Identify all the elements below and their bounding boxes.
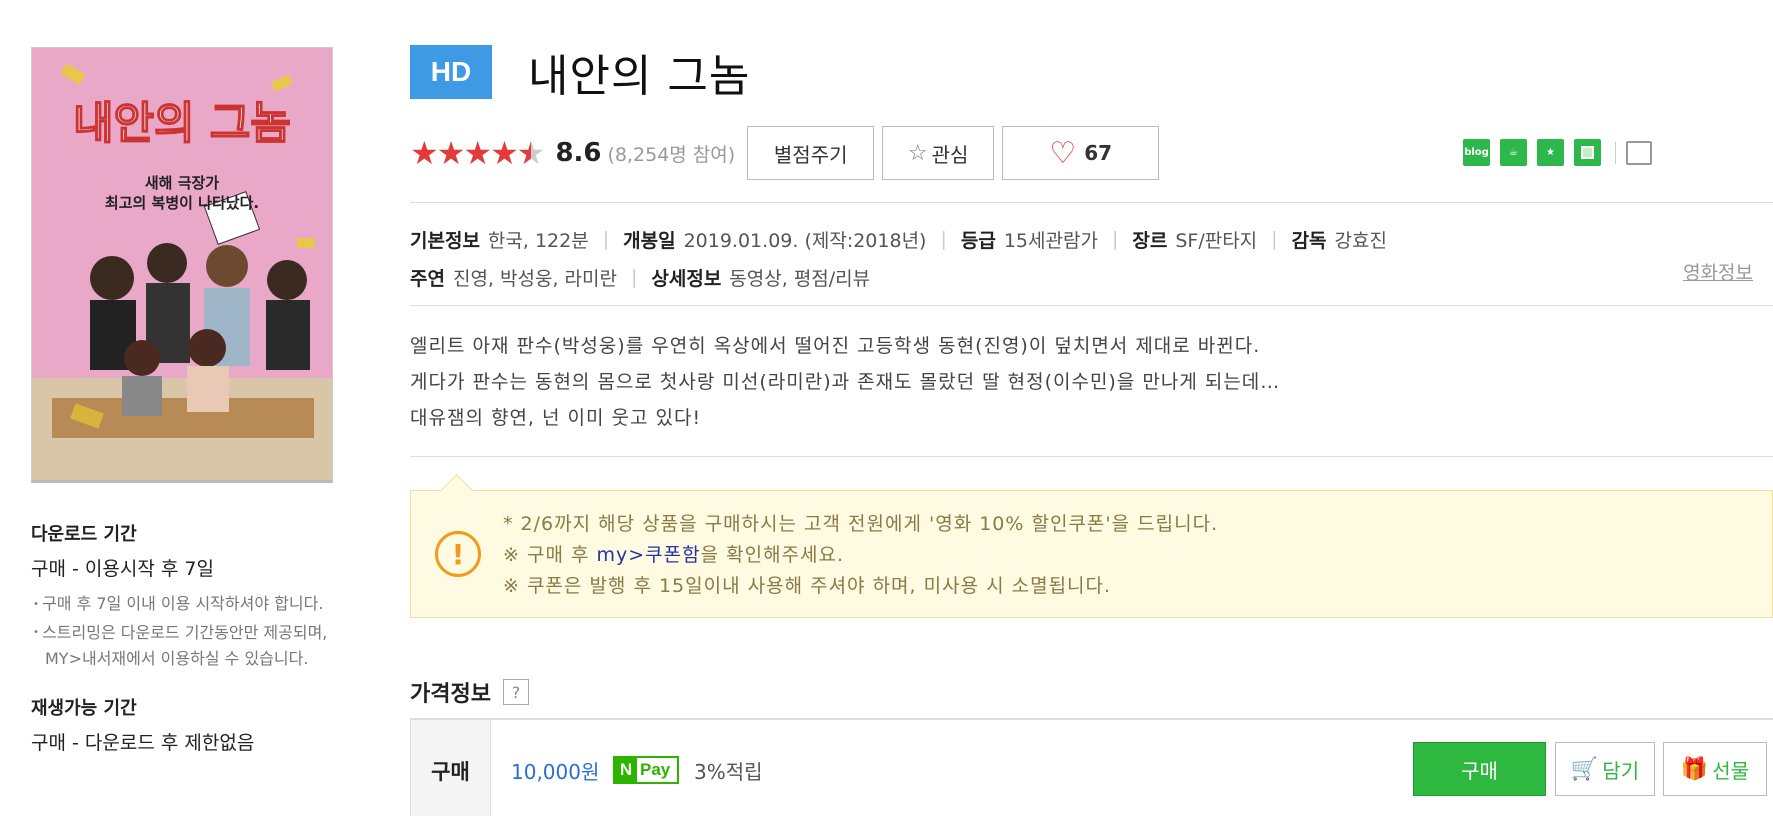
buy-button[interactable]: 구매 xyxy=(1413,742,1546,796)
star-outline-icon: ☆ xyxy=(907,140,928,166)
cart-button[interactable]: 🛒 담기 xyxy=(1555,742,1655,796)
divider xyxy=(410,202,1773,203)
basic-info-value: 한국, 122분 xyxy=(487,229,589,252)
release-label: 개봉일 xyxy=(623,229,676,252)
like-count: 67 xyxy=(1084,141,1113,165)
cart-icon: 🛒 xyxy=(1570,756,1599,781)
star-half-icon: ★ xyxy=(516,134,546,172)
notice-line-3: ※ 쿠폰은 발행 후 15일이내 사용해 주셔야 하며, 미사용 시 소멸됩니다… xyxy=(503,575,1112,597)
star-rating: ★ ★ ★ ★ ★ xyxy=(410,134,546,172)
grade-value: 15세관람가 xyxy=(1003,229,1098,252)
director-value[interactable]: 강효진 xyxy=(1335,226,1387,253)
gift-icon: 🎁 xyxy=(1680,756,1709,781)
npay-badge: N Pay xyxy=(613,756,679,784)
movie-poster[interactable]: 내안의 그놈 새해 극장가 최고의 복병이 나타났다. xyxy=(31,47,333,483)
divider xyxy=(410,456,1773,457)
rate-button[interactable]: 별점주기 xyxy=(747,126,875,180)
line-icon[interactable] xyxy=(1574,139,1601,166)
poster-title: 내안의 그놈 xyxy=(73,98,291,149)
detail-label: 상세정보 xyxy=(651,267,722,290)
rating-participants: (8,254명 참여) xyxy=(607,143,736,166)
synopsis-line-3: 대유잼의 향연, 넌 이미 웃고 있다! xyxy=(410,407,702,429)
divider xyxy=(410,305,1773,306)
movie-meta: 기본정보 한국, 122분 | 개봉일 2019.01.09. (제작:2018… xyxy=(410,220,1773,296)
star-share-icon[interactable]: ★ xyxy=(1537,139,1564,166)
page-title: 내안의 그놈 xyxy=(528,51,751,102)
star-icon: ★ xyxy=(490,134,519,172)
download-info: 다운로드 기간 구매 - 이용시작 후 7일 구매 후 7일 이내 이용 시작하… xyxy=(31,520,331,765)
title-row: HD 내안의 그놈 xyxy=(410,45,750,102)
download-period-value: 구매 - 이용시작 후 7일 xyxy=(31,558,214,580)
npay-n: N xyxy=(615,758,637,782)
cast-value[interactable]: 진영, 박성웅, 라미란 xyxy=(453,264,617,291)
download-note-1: 구매 후 7일 이내 이용 시작하셔야 합니다. xyxy=(31,591,331,618)
poster-tagline-1: 새해 극장가 xyxy=(145,174,219,192)
download-period-title: 다운로드 기간 xyxy=(31,524,137,545)
rating-row: ★ ★ ★ ★ ★ 8.6 (8,254명 참여) 별점주기 ☆ 관심 ♡ 67… xyxy=(410,126,1773,180)
replay-period-value: 구매 - 다운로드 후 제한없음 xyxy=(31,732,255,754)
heart-icon: ♡ xyxy=(1049,135,1077,171)
poster-image: 내안의 그놈 새해 극장가 최고의 복병이 나타났다. xyxy=(32,48,332,480)
synopsis-line-1: 엘리트 아재 판수(박성웅)를 우연히 옥상에서 떨어진 고등학생 동현(진영)… xyxy=(410,335,1261,357)
blog-icon[interactable]: blog xyxy=(1463,139,1490,166)
like-button[interactable]: ♡ 67 xyxy=(1002,126,1160,180)
price-row-label: 구매 xyxy=(411,720,491,816)
cafe-icon[interactable]: ☕ xyxy=(1500,139,1527,166)
download-note-2: 스트리밍은 다운로드 기간동안만 제공되며, MY>내서재에서 이용하실 수 있… xyxy=(31,620,331,673)
price-section-title: 가격정보 ? xyxy=(410,676,529,708)
rating-score: 8.6 xyxy=(555,138,602,168)
notice-line-1: * 2/6까지 해당 상품을 구매하시는 고객 전원에게 '영화 10% 할인쿠… xyxy=(503,513,1219,535)
points-rate: 3%적립 xyxy=(694,760,763,784)
hd-badge: HD xyxy=(410,45,492,99)
notice-line-2: ※ 구매 후 my>쿠폰함을 확인해주세요. xyxy=(503,544,845,566)
exclamation-icon: ! xyxy=(435,531,481,577)
cast-label: 주연 xyxy=(410,267,445,290)
interest-button[interactable]: ☆ 관심 xyxy=(882,126,995,180)
movie-info-link[interactable]: 영화정보 xyxy=(1683,258,1753,285)
detail-value[interactable]: 동영상, 평점/리뷰 xyxy=(729,264,870,291)
external-share-icon[interactable] xyxy=(1626,140,1652,165)
genre-label: 장르 xyxy=(1132,229,1168,252)
coupon-box-link[interactable]: my>쿠폰함 xyxy=(596,544,700,566)
help-icon[interactable]: ? xyxy=(502,679,529,705)
grade-label: 등급 xyxy=(960,229,996,252)
star-icon: ★ xyxy=(436,134,466,172)
poster-tagline-2: 최고의 복병이 나타났다. xyxy=(105,194,259,212)
price-amount: 10,000원 xyxy=(511,760,600,784)
star-icon: ★ xyxy=(463,134,493,172)
share-divider xyxy=(1615,141,1616,164)
star-icon: ★ xyxy=(410,134,439,172)
synopsis-line-2: 게다가 판수는 동현의 몸으로 첫사랑 미선(라미란)과 존재도 몰랐던 딸 현… xyxy=(410,371,1281,393)
replay-period-title: 재생가능 기간 xyxy=(31,698,137,719)
price-row: 구매 10,000원 N Pay 3%적립 구매 🛒 담기 🎁 선물 xyxy=(410,718,1773,816)
coupon-notice: ! * 2/6까지 해당 상품을 구매하시는 고객 전원에게 '영화 10% 할… xyxy=(410,490,1773,618)
npay-pay: Pay xyxy=(640,760,671,779)
synopsis: 엘리트 아재 판수(박성웅)를 우연히 옥상에서 떨어진 고등학생 동현(진영)… xyxy=(410,328,1773,436)
interest-label: 관심 xyxy=(931,142,969,167)
genre-value: SF/판타지 xyxy=(1175,229,1258,252)
release-value: 2019.01.09. (제작:2018년) xyxy=(683,229,927,252)
director-label: 감독 xyxy=(1291,229,1327,252)
gift-button[interactable]: 🎁 선물 xyxy=(1663,742,1767,796)
basic-info-label: 기본정보 xyxy=(410,229,480,252)
share-icons: blog ☕ ★ xyxy=(1463,139,1652,166)
